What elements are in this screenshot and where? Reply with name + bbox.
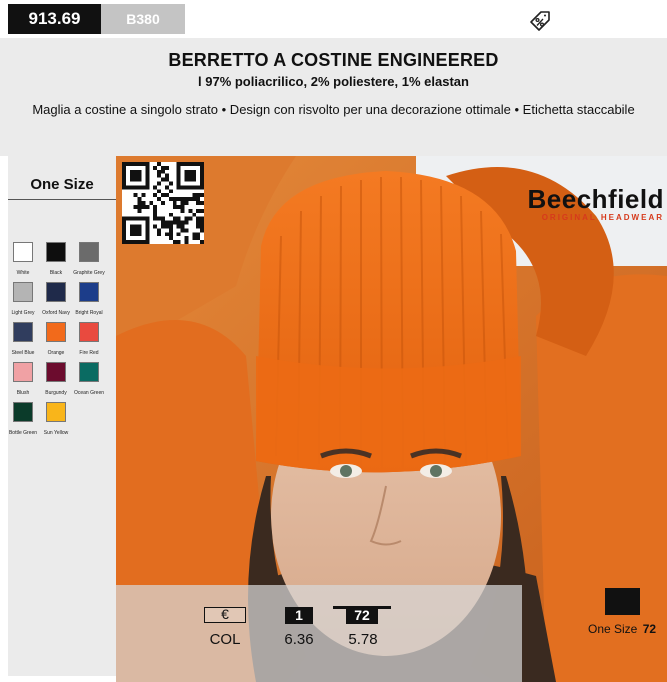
swatch-label: Burgundy [45, 390, 67, 396]
size-divider [8, 199, 116, 200]
color-swatch[interactable]: Fire Red [73, 322, 105, 356]
color-swatch[interactable]: Ocean Green [73, 362, 105, 396]
qty-1-header: 1 [285, 607, 313, 624]
swatch-label: Bright Royal [75, 310, 103, 316]
color-swatch[interactable]: Blush [7, 362, 39, 396]
swatch-color [79, 362, 99, 382]
color-swatch[interactable]: Steel Blue [7, 322, 39, 356]
swatch-label: Ocean Green [73, 390, 105, 396]
swatch-label: Orange [47, 350, 65, 356]
color-swatch[interactable]: Bottle Green [7, 402, 39, 436]
swatch-color [13, 362, 33, 382]
swatch-label: Oxford Navy [42, 310, 70, 316]
swatch-label: White [16, 270, 30, 276]
swatch-color [46, 362, 66, 382]
color-swatch[interactable]: Black [40, 242, 72, 276]
color-swatch[interactable]: White [7, 242, 39, 276]
brand-tagline: ORIGINAL HEADWEAR [541, 213, 664, 222]
color-swatch[interactable]: Burgundy [40, 362, 72, 396]
brand-logo: Beechfield ORIGINAL HEADWEAR [512, 186, 664, 222]
product-code: B380 [101, 4, 185, 34]
color-swatch[interactable]: Oxford Navy [40, 282, 72, 316]
qr-code-icon [122, 162, 204, 244]
color-swatch[interactable]: Sun Yellow [40, 402, 72, 436]
color-swatch[interactable]: Bright Royal [73, 282, 105, 316]
swatch-color [13, 322, 33, 342]
swatch-color [46, 402, 66, 422]
swatch-color [13, 402, 33, 422]
carton-box-icon [605, 588, 640, 615]
swatch-color [13, 282, 33, 302]
swatch-label: Blush [16, 390, 30, 396]
swatch-color [79, 282, 99, 302]
price-code: 913.69 [8, 4, 101, 34]
swatch-label: Light Grey [11, 310, 35, 316]
price-qty-1: 6.36 [284, 631, 314, 648]
swatch-color [79, 322, 99, 342]
price-qty-72: 5.78 [348, 631, 378, 648]
swatch-label: Graphite Grey [73, 270, 105, 276]
color-swatch[interactable]: Light Grey [7, 282, 39, 316]
swatch-color [46, 282, 66, 302]
product-composition: l 97% poliacrilico, 2% poliestere, 1% el… [198, 74, 469, 89]
swatch-color [79, 242, 99, 262]
swatch-label: Black [49, 270, 63, 276]
percent-tag-icon[interactable] [528, 9, 552, 33]
size-label: One Size [30, 176, 94, 193]
qty-72-header: 72 [346, 607, 378, 624]
swatch-label: Bottle Green [8, 430, 38, 436]
product-features: Maglia a costine a singolo strato • Desi… [32, 102, 635, 117]
swatch-label: Fire Red [79, 350, 99, 356]
carton-info: One Size 72 [588, 622, 666, 636]
swatch-color [46, 322, 66, 342]
currency-header: € [204, 607, 246, 623]
carton-quantity: 72 [642, 622, 657, 636]
carton-size-label: One Size [588, 622, 638, 636]
brand-name: Beechfield [527, 184, 664, 214]
swatch-label: Sun Yellow [43, 430, 69, 436]
swatch-color [46, 242, 66, 262]
color-swatch[interactable]: Graphite Grey [73, 242, 105, 276]
col-label: COL [209, 631, 241, 648]
swatch-color [13, 242, 33, 262]
product-title: BERRETTO A COSTINE ENGINEERED [168, 50, 499, 70]
color-swatch[interactable]: Orange [40, 322, 72, 356]
swatch-label: Steel Blue [11, 350, 35, 356]
